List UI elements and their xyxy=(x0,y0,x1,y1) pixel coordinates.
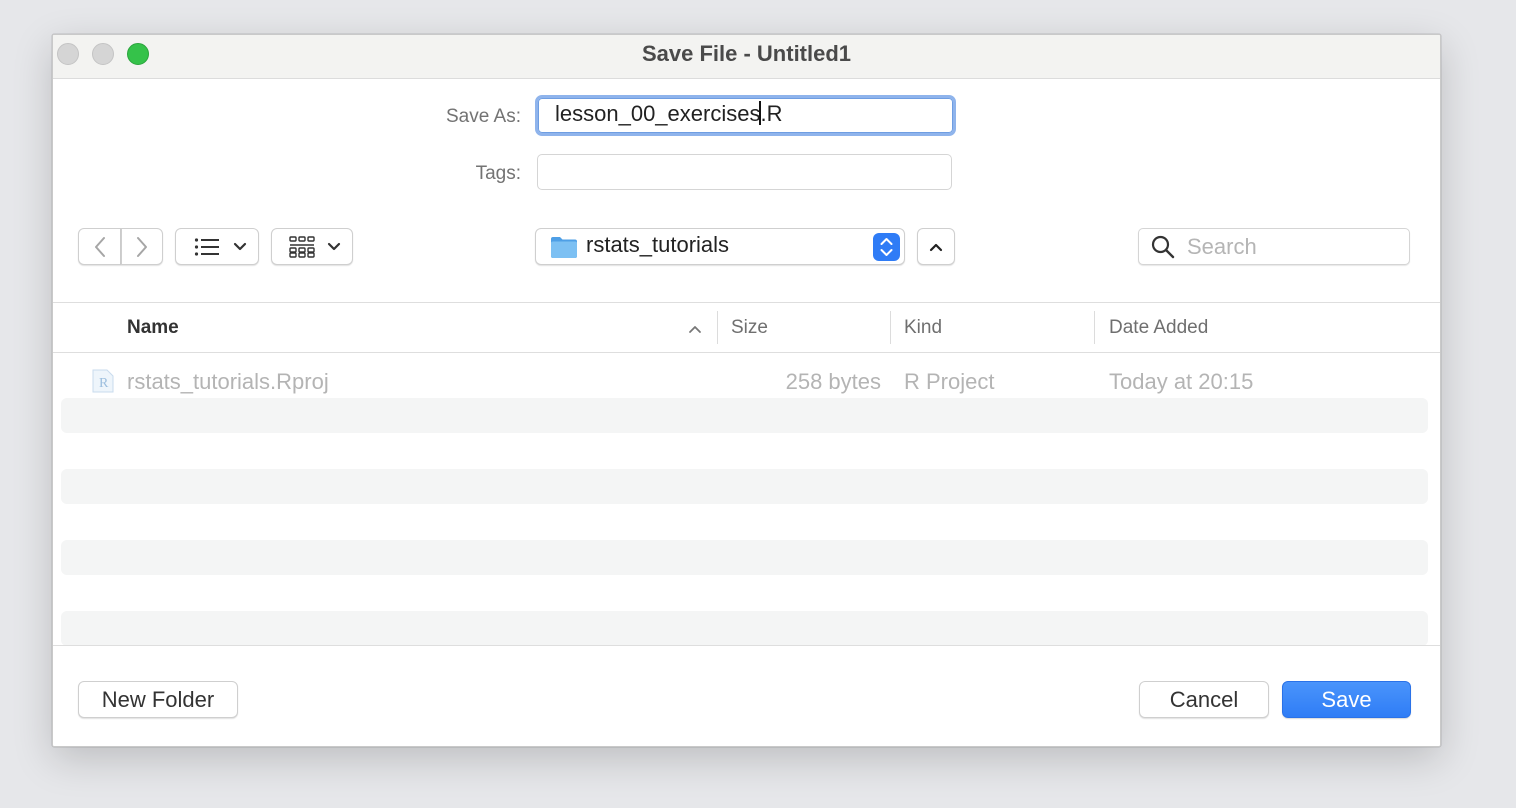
save-button[interactable]: Save xyxy=(1282,681,1411,718)
title-bar: Save File - Untitled1 xyxy=(53,35,1440,79)
cancel-button[interactable]: Cancel xyxy=(1139,681,1269,718)
save-as-input[interactable]: lesson_00_exercises.R xyxy=(535,95,956,136)
sort-ascending-icon xyxy=(688,324,702,334)
empty-row-stripe xyxy=(61,540,1428,575)
column-header-date-added[interactable]: Date Added xyxy=(1109,317,1208,339)
location-label: rstats_tutorials xyxy=(586,232,730,257)
chevron-up-icon xyxy=(929,242,943,252)
row-size: 258 bytes xyxy=(785,369,881,394)
empty-row-stripe xyxy=(61,398,1428,433)
row-kind: R Project xyxy=(904,369,995,394)
column-separator[interactable] xyxy=(1094,311,1095,344)
back-button[interactable] xyxy=(78,228,121,265)
search-field[interactable]: Search xyxy=(1138,228,1410,265)
empty-row-stripe xyxy=(61,611,1428,646)
r-project-file-icon: R xyxy=(91,368,115,394)
collapse-button[interactable] xyxy=(917,228,955,265)
empty-row-stripe xyxy=(61,469,1428,504)
column-header-size[interactable]: Size xyxy=(731,317,768,339)
chevron-right-icon xyxy=(136,236,148,258)
column-separator[interactable] xyxy=(717,311,718,344)
column-header-kind[interactable]: Kind xyxy=(904,317,942,339)
row-name: rstats_tutorials.Rproj xyxy=(127,369,329,394)
folder-icon xyxy=(550,235,578,259)
chevron-left-icon xyxy=(94,236,106,258)
save-dialog: Save File - Untitled1 Save As: lesson_00… xyxy=(52,34,1441,747)
svg-text:R: R xyxy=(99,376,109,391)
save-as-label: Save As: xyxy=(446,106,521,127)
forward-button[interactable] xyxy=(121,228,163,265)
view-mode-dropdown[interactable] xyxy=(175,228,259,265)
header-bottom-divider xyxy=(53,352,1440,353)
group-by-dropdown[interactable] xyxy=(271,228,353,265)
save-as-value-after-caret: .R xyxy=(760,101,783,126)
updown-stepper-icon xyxy=(873,233,900,261)
search-placeholder: Search xyxy=(1187,234,1257,259)
footer-divider xyxy=(53,645,1440,646)
tags-input[interactable] xyxy=(537,154,952,190)
chevron-down-icon xyxy=(233,242,247,252)
column-separator[interactable] xyxy=(890,311,891,344)
tags-label: Tags: xyxy=(475,163,521,184)
group-grid-icon xyxy=(289,235,315,258)
table-top-divider xyxy=(53,302,1440,303)
row-date-added: Today at 20:15 xyxy=(1109,369,1254,394)
new-folder-button[interactable]: New Folder xyxy=(78,681,238,718)
search-icon xyxy=(1151,235,1175,259)
window-title: Save File - Untitled1 xyxy=(641,41,852,66)
location-popup[interactable]: rstats_tutorials xyxy=(535,228,905,265)
save-as-value-before-caret: lesson_00_exercises xyxy=(555,101,761,126)
list-view-icon xyxy=(194,237,220,257)
column-header-name[interactable]: Name xyxy=(127,317,179,339)
chevron-down-icon xyxy=(327,242,341,252)
